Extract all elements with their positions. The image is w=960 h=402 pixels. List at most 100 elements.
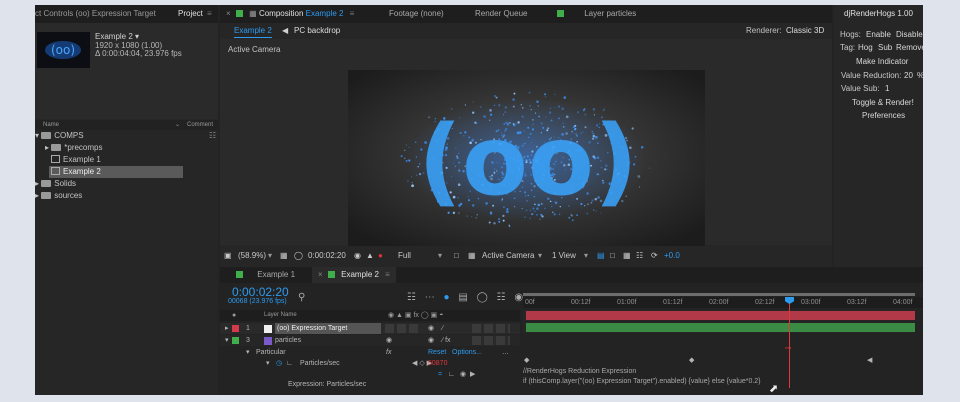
expression-enable-icon[interactable]: =: [438, 369, 442, 380]
column-layer-name[interactable]: Layer Name: [264, 310, 297, 321]
resolution-chevron-icon[interactable]: ▾: [438, 249, 442, 263]
layer-switch-boxes[interactable]: [472, 324, 510, 333]
expand-icon[interactable]: ▸: [225, 323, 229, 334]
tab-effect-controls[interactable]: ct Controls (oo) Expression Target: [35, 5, 156, 23]
shy-switch-icon[interactable]: ◉: [428, 323, 434, 334]
tag-sub-button[interactable]: Sub: [878, 42, 892, 54]
menu-icon[interactable]: ≡: [207, 5, 212, 23]
quality-switch-icon[interactable]: ∕: [442, 323, 443, 334]
zoom-chevron-icon[interactable]: ▾: [268, 249, 272, 263]
layer-switch-boxes[interactable]: [472, 336, 510, 345]
flowchart-icon[interactable]: ☷: [636, 249, 643, 263]
timeline-search-icon[interactable]: ⚲: [298, 292, 305, 303]
camera-chevron-icon[interactable]: ▾: [538, 249, 542, 263]
roi-icon[interactable]: □: [454, 249, 459, 263]
region-icon[interactable]: ▣: [224, 249, 232, 263]
pixel-aspect-icon[interactable]: □: [610, 249, 615, 263]
show-snapshot-icon[interactable]: ▲: [366, 249, 374, 263]
expression-menu-icon[interactable]: ▶: [470, 369, 475, 380]
shy-switch-icon[interactable]: ◉: [428, 335, 434, 346]
views-chevron-icon[interactable]: ▾: [584, 249, 588, 263]
close-icon[interactable]: ×: [226, 9, 231, 18]
effect-reset-link[interactable]: Reset: [428, 347, 446, 358]
project-item-example-1[interactable]: Example 1: [51, 154, 101, 166]
value-reduction-input[interactable]: 20: [904, 70, 913, 82]
column-sort-icon[interactable]: ⌄: [175, 120, 180, 130]
timeline-link-icon[interactable]: ▦: [623, 249, 631, 263]
color-channel-icon[interactable]: ●: [378, 249, 383, 263]
layer-name[interactable]: (oo) Expression Target: [275, 323, 381, 334]
disable-button[interactable]: Disable: [896, 29, 923, 41]
brainstorm-icon[interactable]: ◉: [514, 292, 523, 303]
tag-hog-button[interactable]: Hog: [858, 42, 873, 54]
tab-project[interactable]: Project: [178, 5, 203, 23]
tab-example-1[interactable]: Example 1: [236, 267, 295, 283]
layer-label-color[interactable]: [232, 337, 239, 344]
exposure-reset-icon[interactable]: ⟳: [651, 249, 658, 263]
effects-switch-icon[interactable]: ∕ fx: [442, 335, 451, 346]
draft-3d-icon[interactable]: ⋯: [425, 292, 435, 303]
exposure-value[interactable]: +0.0: [664, 249, 680, 263]
tab-layer[interactable]: Layer particles: [557, 5, 636, 23]
collapse-icon[interactable]: ▾: [266, 358, 270, 369]
disclosure-closed-icon[interactable]: ▸: [35, 179, 39, 188]
transparency-icon[interactable]: ▦: [468, 249, 476, 263]
render-hogs-title[interactable]: djRenderHogs 1.00: [844, 5, 913, 23]
project-item-sources[interactable]: ▸ sources: [35, 190, 82, 202]
graph-editor-icon[interactable]: ☷: [497, 292, 506, 303]
effect-options-link[interactable]: Options...: [452, 347, 482, 358]
preferences-button[interactable]: Preferences: [862, 110, 905, 122]
comp-nav-parent[interactable]: PC backdrop: [294, 25, 340, 37]
tab-example-2[interactable]: × Example 2 ≡: [312, 267, 396, 283]
layer-name[interactable]: particles: [275, 335, 301, 346]
shy-icon[interactable]: ●: [444, 292, 450, 303]
expression-graph-icon[interactable]: ∟: [448, 369, 455, 380]
layer-row[interactable]: ▾ 3 particles ◉ ◉ ∕ fx: [220, 335, 520, 346]
time-ruler[interactable]: 00f 00:12f 01:00f 01:12f 02:00f 02:12f 03:00f 0…: [523, 297, 923, 308]
project-item-example-2[interactable]: Example 2: [49, 166, 183, 178]
keyframe-icon[interactable]: ◆: [689, 355, 694, 366]
comp-viewer[interactable]: Active Camera (oo): [220, 39, 832, 246]
camera-select[interactable]: Active Camera: [482, 249, 534, 263]
project-item-solids[interactable]: ▸ Solids: [35, 178, 76, 190]
collapse-icon[interactable]: ▾: [246, 347, 250, 358]
fast-preview-icon[interactable]: ▤: [597, 249, 605, 263]
property-row[interactable]: ▾ ◷ ∟ Particles/sec ◀ ◇ ▶ 50870: [220, 358, 520, 369]
timeline-timecode[interactable]: 0:00:02:20: [232, 285, 289, 299]
collapse-icon[interactable]: ▾: [225, 335, 229, 346]
disclosure-open-icon[interactable]: ▾: [35, 131, 39, 140]
keyframe-icon[interactable]: ◆: [524, 355, 529, 366]
tab-render-queue[interactable]: Render Queue: [475, 5, 527, 23]
comp-nav-current[interactable]: Example 2: [234, 25, 272, 38]
layer-switch-boxes[interactable]: [385, 324, 420, 333]
fx-icon[interactable]: fx: [386, 347, 391, 358]
comp-flowchart-icon[interactable]: ☷: [407, 292, 416, 303]
motion-blur-icon[interactable]: ◯: [477, 292, 488, 303]
layer-duration-bar[interactable]: [526, 323, 915, 332]
property-value[interactable]: 50870: [428, 358, 447, 369]
comp-nav-arrow-icon[interactable]: ◀: [282, 25, 288, 37]
value-sub-input[interactable]: 1: [885, 83, 889, 95]
menu-icon[interactable]: ≡: [385, 270, 390, 279]
stopwatch-icon[interactable]: ◷: [276, 358, 282, 369]
project-item-precomps[interactable]: ▸ *precomps: [45, 142, 103, 154]
project-flowchart-icon[interactable]: ☷: [209, 131, 216, 140]
close-icon[interactable]: ×: [318, 270, 323, 279]
views-select[interactable]: 1 View: [552, 249, 576, 263]
tab-composition[interactable]: × ▦ Composition Example 2 ≡: [226, 5, 354, 23]
mask-icon[interactable]: ◯: [294, 249, 303, 263]
disclosure-closed-icon[interactable]: ▸: [45, 143, 49, 152]
keyframe-icon[interactable]: ◀: [867, 355, 872, 366]
column-comment[interactable]: Comment: [187, 120, 213, 130]
frame-blend-icon[interactable]: ▤: [458, 292, 467, 303]
effect-name[interactable]: Particular: [256, 347, 286, 358]
column-name[interactable]: Name: [43, 120, 59, 130]
lock-icon[interactable]: ▦: [249, 9, 257, 18]
toggle-render-button[interactable]: Toggle & Render!: [852, 97, 914, 109]
tab-footage[interactable]: Footage (none): [389, 5, 444, 23]
work-area-bar[interactable]: [523, 293, 915, 296]
zoom-select[interactable]: (58.9%): [238, 249, 266, 263]
enable-button[interactable]: Enable: [866, 29, 891, 41]
visibility-icon[interactable]: ◉: [386, 335, 392, 346]
grid-icon[interactable]: ▦: [280, 249, 288, 263]
